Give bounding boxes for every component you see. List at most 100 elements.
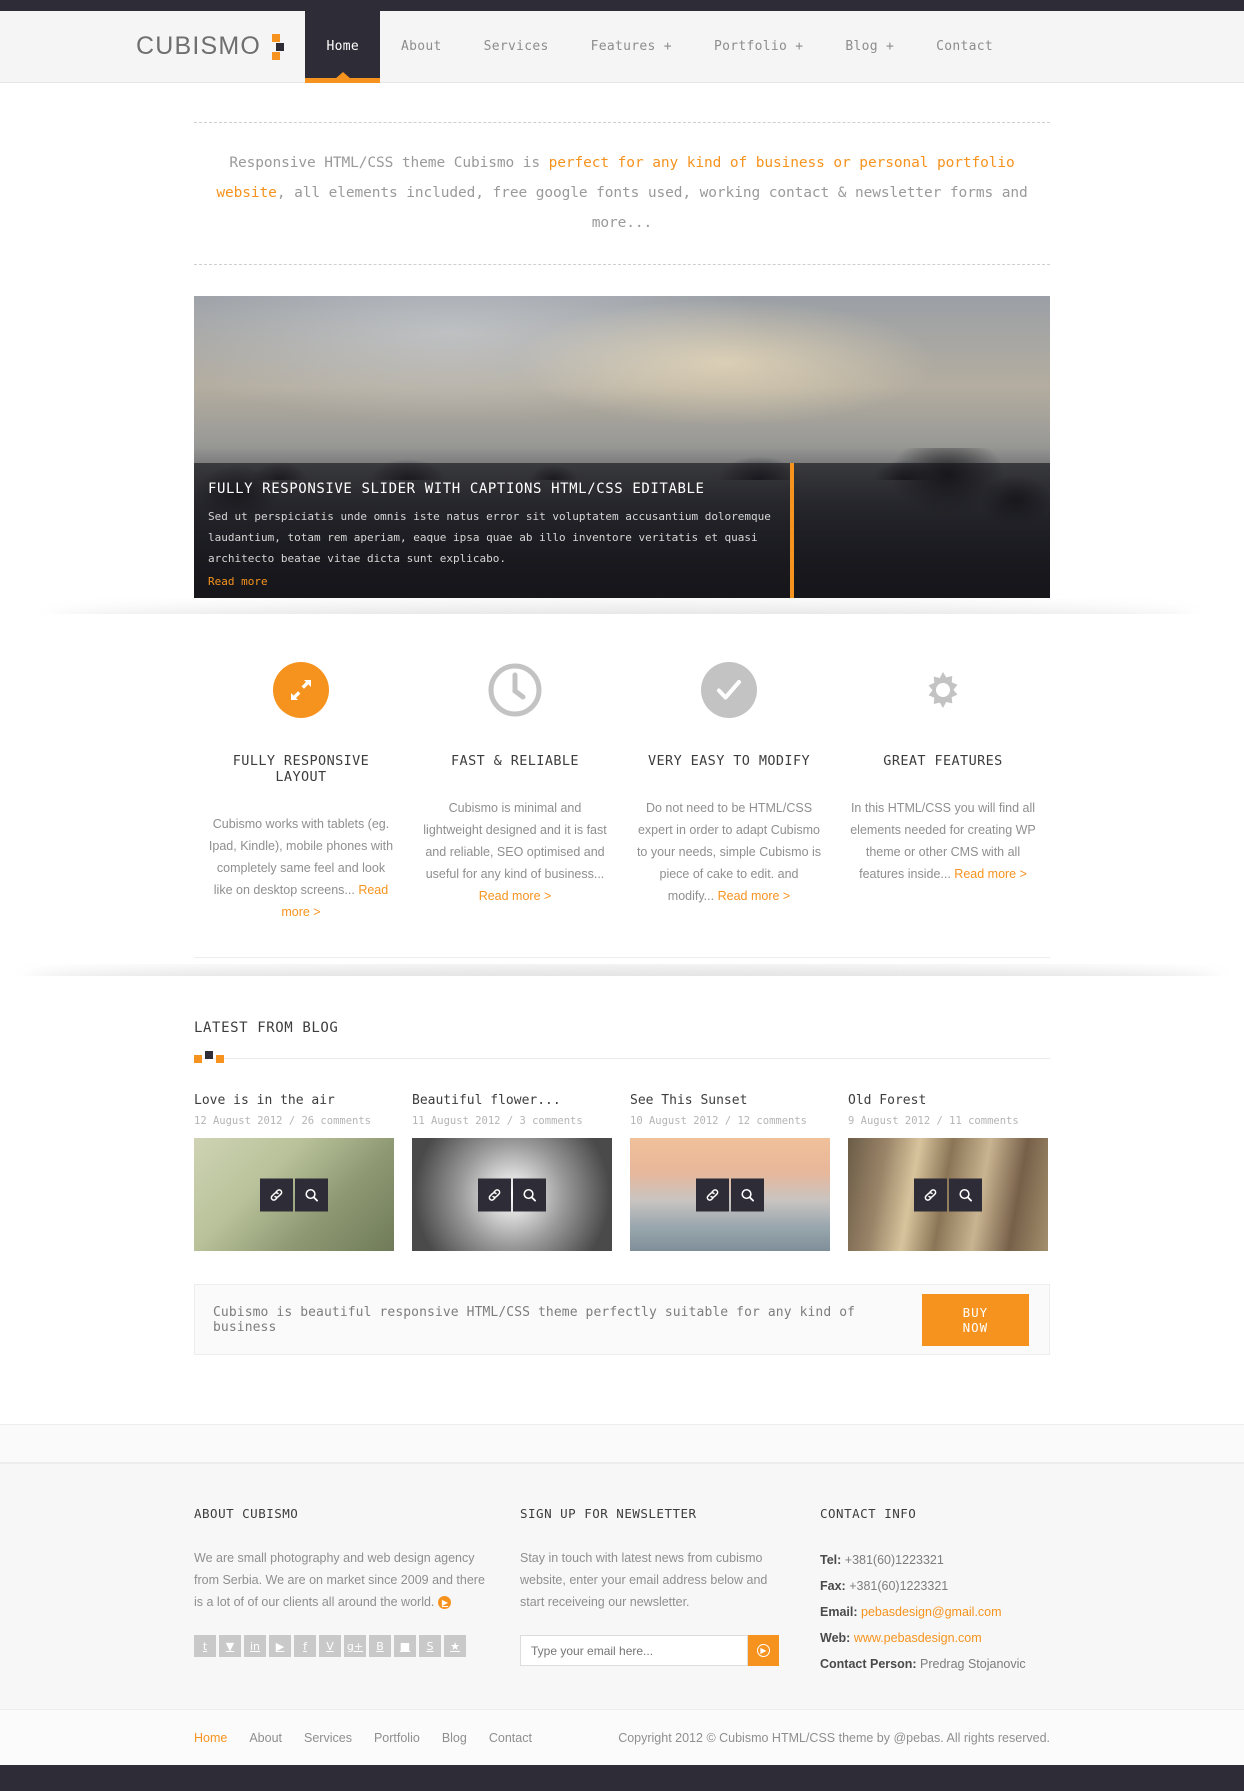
social-icon[interactable]: in (244, 1635, 266, 1657)
footer-about-body: We are small photography and web design … (194, 1547, 494, 1613)
social-icon[interactable]: ★ (444, 1635, 466, 1657)
nav-item-label: Home (326, 39, 359, 54)
nav-item-contact[interactable]: Contact (915, 11, 1014, 82)
tagline-block: Responsive HTML/CSS theme Cubismo is per… (194, 122, 1050, 265)
social-icon[interactable]: S (419, 1635, 441, 1657)
blog-post-card: Old Forest 9 August 2012 / 11 comments (848, 1093, 1048, 1251)
spacer-band-2 (0, 1425, 1244, 1463)
contact-person-row: Contact Person: Predrag Stojanovic (820, 1651, 1050, 1677)
contact-email-row: Email: pebasdesign@gmail.com (820, 1599, 1050, 1625)
social-icon[interactable]: f (294, 1635, 316, 1657)
feature-body-text: Cubismo is minimal and lightweight desig… (423, 801, 607, 881)
social-icon[interactable]: g+ (344, 1635, 366, 1657)
arrow-right-icon: ▶ (757, 1644, 770, 1657)
nav-item-features[interactable]: Features + (570, 11, 693, 82)
cta-bar: Cubismo is beautiful responsive HTML/CSS… (194, 1284, 1050, 1355)
blog-post-title[interactable]: See This Sunset (630, 1093, 830, 1108)
expand-arrows-icon (273, 662, 329, 718)
footer-nav-item-contact[interactable]: Contact (489, 1731, 532, 1745)
social-icon[interactable]: ▼ (219, 1635, 241, 1657)
bottom-strip (0, 1765, 1244, 1791)
nav-item-about[interactable]: About (380, 11, 463, 82)
social-icon[interactable]: V (319, 1635, 341, 1657)
nav-item-home[interactable]: Home (305, 11, 380, 83)
feature-read-more-link[interactable]: Read more > (954, 867, 1027, 881)
social-icon[interactable]: ■ (394, 1635, 416, 1657)
logo-text: CUBISMO (136, 32, 262, 60)
contact-email-link[interactable]: pebasdesign@gmail.com (861, 1605, 1002, 1619)
nav-item-portfolio[interactable]: Portfolio + (693, 11, 824, 82)
footer-nav-item-portfolio[interactable]: Portfolio (374, 1731, 420, 1745)
nav-item-services[interactable]: Services (463, 11, 570, 82)
nav-item-label: Contact (936, 39, 993, 54)
link-button[interactable] (260, 1178, 293, 1211)
features-divider (194, 957, 1050, 958)
social-icon[interactable]: t (194, 1635, 216, 1657)
blog-posts-row: Love is in the air 12 August 2012 / 26 co… (194, 1093, 1050, 1251)
footer-nav-item-home[interactable]: Home (194, 1731, 227, 1745)
blog-post-thumbnail[interactable] (412, 1138, 612, 1251)
newsletter-submit-button[interactable]: ▶ (748, 1635, 779, 1666)
nav-item-label: Features + (590, 39, 672, 54)
contact-email-label: Email: (820, 1605, 858, 1619)
footer-navigation: Home About Services Portfolio Blog Contact (194, 1731, 532, 1745)
social-links: t ▼ in ▶ f Vg+ B ■ S ★ (194, 1635, 494, 1657)
feature-title: GREAT FEATURES (883, 753, 1003, 769)
feature-read-more-link[interactable]: Read more > (718, 889, 791, 903)
newsletter-email-input[interactable] (520, 1635, 748, 1666)
blog-post-meta: 9 August 2012 / 11 comments (848, 1115, 1019, 1127)
blog-post-title[interactable]: Old Forest (848, 1093, 1048, 1108)
feature-body-text: Do not need to be HTML/CSS expert in ord… (636, 801, 822, 903)
blog-post-thumbnail[interactable] (194, 1138, 394, 1251)
blog-post-thumbnail[interactable] (848, 1138, 1048, 1251)
footer-newsletter-body: Stay in touch with latest news from cubi… (520, 1551, 768, 1609)
social-icon[interactable]: ▶ (269, 1635, 291, 1657)
search-button[interactable] (295, 1178, 328, 1211)
search-button[interactable] (949, 1178, 982, 1211)
slider-read-more-link[interactable]: Read more (208, 575, 268, 588)
nav-item-label: About (401, 39, 442, 54)
link-button[interactable] (914, 1178, 947, 1211)
feature-body: Cubismo is minimal and lightweight desig… (422, 797, 608, 907)
footer-nav-item-blog[interactable]: Blog (442, 1731, 467, 1745)
nav-item-blog[interactable]: Blog + (824, 11, 915, 82)
search-button[interactable] (513, 1178, 546, 1211)
contact-web-label: Web: (820, 1631, 851, 1645)
footer-nav-item-about[interactable]: About (249, 1731, 282, 1745)
tagline-text: Responsive HTML/CSS theme Cubismo is per… (198, 148, 1046, 238)
link-button[interactable] (696, 1178, 729, 1211)
hero-slider[interactable]: FULLY RESPONSIVE SLIDER WITH CAPTIONS HT… (194, 296, 1050, 598)
about-read-more-icon[interactable]: ▶ (438, 1596, 452, 1610)
thumbnail-overlay (478, 1178, 546, 1211)
contact-web-link[interactable]: www.pebasdesign.com (854, 1631, 982, 1645)
blog-post-meta: 11 August 2012 / 3 comments (412, 1115, 583, 1127)
curved-divider-2 (0, 964, 1244, 1020)
feature-title: FULLY RESPONSIVE LAYOUT (232, 753, 370, 785)
spacer-band-1 (0, 1393, 1244, 1425)
link-button[interactable] (478, 1178, 511, 1211)
top-strip: ▶ (0, 0, 1244, 33)
thumbnail-overlay (696, 1178, 764, 1211)
thumbnail-overlay (914, 1178, 982, 1211)
blog-post-title[interactable]: Beautiful flower... (412, 1093, 612, 1108)
footer-contact-title: CONTACT INFO (820, 1506, 917, 1521)
feature-read-more-link[interactable]: Read more > (479, 889, 552, 903)
footer-contact-column: CONTACT INFO Tel: +381(60)1223321 Fax: +… (794, 1506, 1050, 1677)
footer-nav-item-services[interactable]: Services (304, 1731, 352, 1745)
footer-newsletter-title: SIGN UP FOR NEWSLETTER (520, 1506, 697, 1521)
newsletter-form: ▶ (520, 1635, 794, 1666)
buy-now-button[interactable]: BUY NOW (921, 1293, 1029, 1346)
nav-item-label: Blog + (845, 39, 895, 54)
caption-accent-bar (790, 463, 794, 598)
contact-fax-value: +381(60)1223321 (849, 1579, 949, 1593)
site-footer: ABOUT CUBISMO We are small photography a… (0, 1463, 1244, 1709)
footer-newsletter-column: SIGN UP FOR NEWSLETTER Stay in touch wit… (494, 1506, 794, 1677)
feature-card: FULLY RESPONSIVE LAYOUT Cubismo works wit… (194, 662, 408, 923)
search-button[interactable] (731, 1178, 764, 1211)
slider-caption: FULLY RESPONSIVE SLIDER WITH CAPTIONS HT… (194, 463, 1050, 598)
feature-body: Cubismo works with tablets (eg. Ipad, Ki… (208, 813, 394, 923)
blog-post-title[interactable]: Love is in the air (194, 1093, 394, 1108)
logo[interactable]: CUBISMO (0, 11, 285, 82)
social-icon[interactable]: B (369, 1635, 391, 1657)
blog-post-thumbnail[interactable] (630, 1138, 830, 1251)
